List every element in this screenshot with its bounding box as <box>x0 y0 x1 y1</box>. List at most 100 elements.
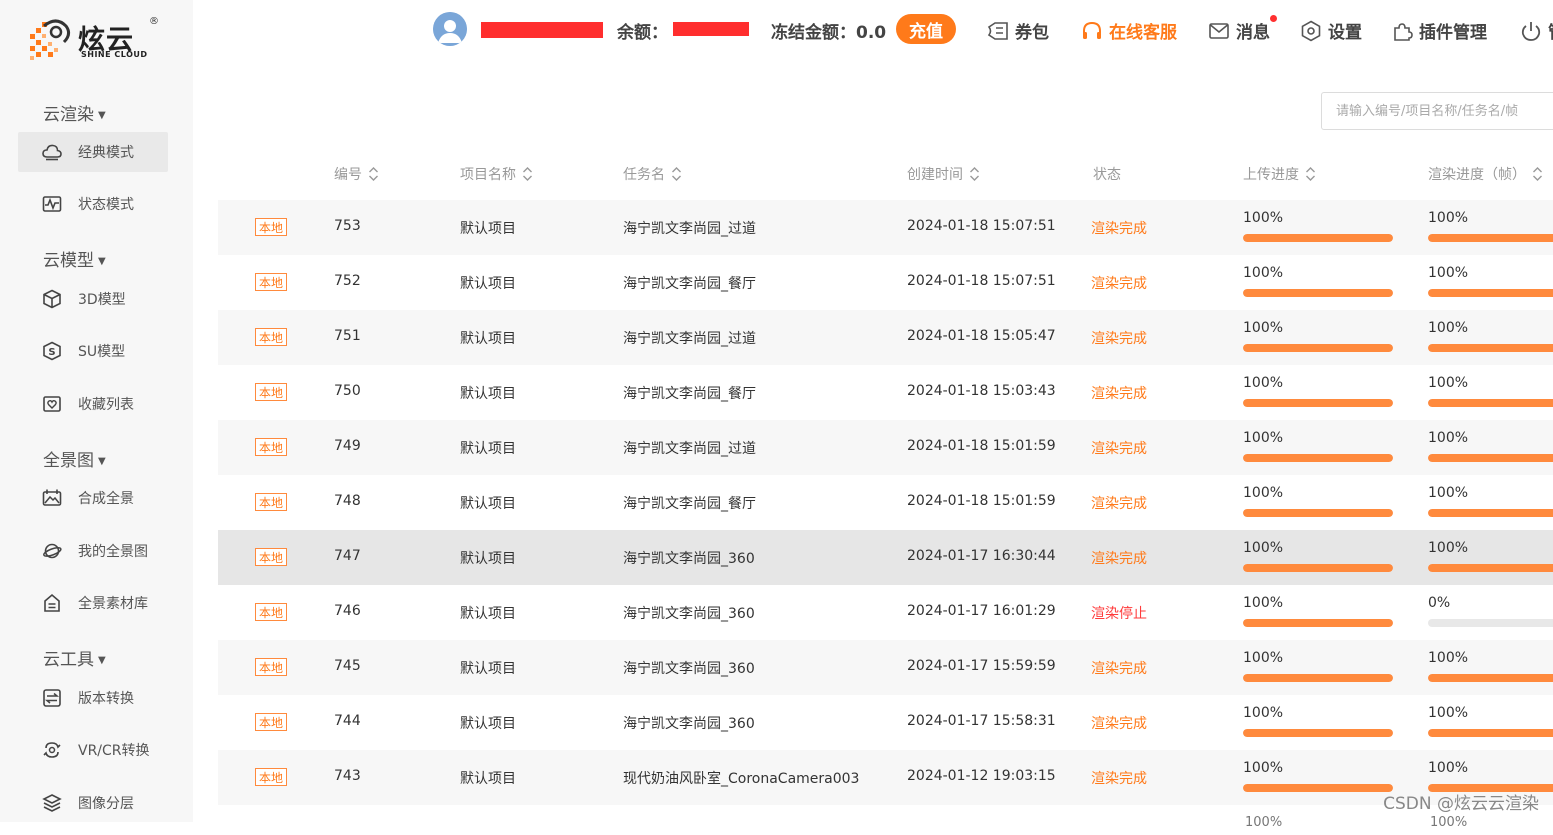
search-input[interactable] <box>1321 92 1553 130</box>
recharge-button[interactable]: 充值 <box>896 14 956 44</box>
nav-group-cloud-model[interactable]: 云模型 ▼ <box>43 246 106 271</box>
column-created-time[interactable]: 创建时间 <box>907 164 980 184</box>
task-name[interactable]: 现代奶油风卧室_CoronaCamera003 <box>623 768 859 788</box>
status-badge: 渲染完成 <box>1091 496 1147 512</box>
plugin-management-link[interactable]: 插件管理 <box>1391 18 1487 43</box>
render-progress-text: 100% <box>1430 815 1468 830</box>
project-name: 默认项目 <box>460 551 516 567</box>
upload-progress-text: 100% <box>1243 265 1284 281</box>
table-row[interactable]: 本地 745 默认项目 海宁凯文李尚园_360 2024-01-17 15:59:59 渲… <box>218 640 1553 695</box>
sort-icon[interactable] <box>1532 166 1543 182</box>
task-name[interactable]: 海宁凯文李尚园_360 <box>623 713 755 733</box>
sidebar-item-3d-model[interactable]: 3D模型 <box>18 279 168 319</box>
upload-progress: 100% <box>1243 265 1393 297</box>
sort-icon[interactable] <box>671 166 682 182</box>
upload-progress-text: 100% <box>1243 650 1284 666</box>
table-body: 本地 753 默认项目 海宁凯文李尚园_过道 2024-01-18 15:07:51 渲染… <box>218 200 1553 805</box>
render-progress-fill <box>1428 234 1553 242</box>
pulse-icon <box>41 193 63 215</box>
column-task-name[interactable]: 任务名 <box>623 164 682 184</box>
logout-label: 管 <box>1548 18 1553 43</box>
caret-down-icon: ▼ <box>98 455 106 467</box>
sidebar-item-status-mode[interactable]: 状态模式 <box>18 184 168 224</box>
column-label: 任务名 <box>623 167 665 183</box>
table-row[interactable]: 本地 748 默认项目 海宁凯文李尚园_餐厅 2024-01-18 15:01:59 渲染… <box>218 475 1553 530</box>
upload-progress-fill <box>1243 454 1393 462</box>
user-avatar[interactable] <box>433 12 467 46</box>
task-name[interactable]: 海宁凯文李尚园_餐厅 <box>623 383 756 403</box>
table-row[interactable]: 本地 750 默认项目 海宁凯文李尚园_餐厅 2024-01-18 15:03:43 渲染… <box>218 365 1553 420</box>
sidebar-item-compose-panorama[interactable]: 合成全景 <box>18 478 168 518</box>
render-progress: 100% <box>1428 430 1553 462</box>
power-icon <box>1521 21 1541 41</box>
task-name[interactable]: 海宁凯文李尚园_过道 <box>623 328 756 348</box>
sort-icon[interactable] <box>1305 166 1316 182</box>
render-progress: 100% <box>1428 760 1553 792</box>
table-row-partial[interactable]: 100% 100% <box>218 805 1553 830</box>
nav-group-cloud-render[interactable]: 云渲染 ▼ <box>43 100 106 125</box>
sort-icon[interactable] <box>368 166 379 182</box>
logout-link[interactable]: 管 <box>1520 18 1553 43</box>
task-name[interactable]: 海宁凯文李尚园_360 <box>623 658 755 678</box>
task-name[interactable]: 海宁凯文李尚园_餐厅 <box>623 273 756 293</box>
sidebar-item-image-layers[interactable]: 图像分层 <box>18 783 168 823</box>
nav-group-panorama[interactable]: 全景图 ▼ <box>43 446 106 471</box>
render-progress-text: 100% <box>1428 650 1469 666</box>
sidebar-item-vr-cr-convert[interactable]: VR/CR转换 <box>18 730 168 770</box>
vr-convert-icon <box>41 739 63 761</box>
settings-link[interactable]: 设置 <box>1300 18 1362 43</box>
sidebar-item-version-convert[interactable]: 版本转换 <box>18 678 168 718</box>
project-name: 默认项目 <box>460 716 516 732</box>
upload-progress-track <box>1243 344 1393 352</box>
cloud-icon <box>41 141 63 163</box>
coupon-link[interactable]: 券包 <box>987 18 1049 43</box>
project-name: 默认项目 <box>460 606 516 622</box>
table-row[interactable]: 本地 743 默认项目 现代奶油风卧室_CoronaCamera003 2024-01-… <box>218 750 1553 805</box>
task-name[interactable]: 海宁凯文李尚园_餐厅 <box>623 493 756 513</box>
column-label: 上传进度 <box>1243 167 1299 183</box>
nav-group-label: 云渲染 <box>43 105 94 125</box>
task-name[interactable]: 海宁凯文李尚园_过道 <box>623 438 756 458</box>
upload-progress-fill <box>1243 289 1393 297</box>
column-id[interactable]: 编号 <box>334 164 379 184</box>
created-time: 2024-01-18 15:07:51 <box>907 218 1056 234</box>
sidebar-item-su-model[interactable]: S SU模型 <box>18 331 168 371</box>
brand-logo[interactable]: 炫云 SHINE CLOUD ® <box>26 14 166 66</box>
globe-icon <box>41 540 63 562</box>
table-row[interactable]: 本地 751 默认项目 海宁凯文李尚园_过道 2024-01-18 15:05:47 渲染… <box>218 310 1553 365</box>
table-row[interactable]: 本地 744 默认项目 海宁凯文李尚园_360 2024-01-17 15:58:31 渲… <box>218 695 1553 750</box>
column-upload-progress[interactable]: 上传进度 <box>1243 164 1316 184</box>
sidebar-item-label: 全景素材库 <box>78 596 148 612</box>
sort-icon[interactable] <box>522 166 533 182</box>
column-render-progress[interactable]: 渲染进度（帧） <box>1428 164 1543 184</box>
online-service-link[interactable]: 在线客服 <box>1081 18 1177 43</box>
sidebar-item-label: 合成全景 <box>78 491 134 507</box>
task-name[interactable]: 海宁凯文李尚园_360 <box>623 603 755 623</box>
messages-link[interactable]: 消息 <box>1208 15 1277 43</box>
sidebar-item-favorites[interactable]: 收藏列表 <box>18 384 168 424</box>
upload-progress-track <box>1243 234 1393 242</box>
sidebar-item-classic-mode[interactable]: 经典模式 <box>18 132 168 172</box>
task-name[interactable]: 海宁凯文李尚园_过道 <box>623 218 756 238</box>
table-row[interactable]: 本地 752 默认项目 海宁凯文李尚园_餐厅 2024-01-18 15:07:51 渲染… <box>218 255 1553 310</box>
upload-progress: 100% <box>1243 540 1393 572</box>
table-row[interactable]: 本地 746 默认项目 海宁凯文李尚园_360 2024-01-17 16:01:29 渲… <box>218 585 1553 640</box>
created-time: 2024-01-12 19:03:15 <box>907 768 1056 784</box>
table-row[interactable]: 本地 753 默认项目 海宁凯文李尚园_过道 2024-01-18 15:07:51 渲染… <box>218 200 1553 255</box>
table-row[interactable]: 本地 749 默认项目 海宁凯文李尚园_过道 2024-01-18 15:01:59 渲染… <box>218 420 1553 475</box>
task-name[interactable]: 海宁凯文李尚园_360 <box>623 548 755 568</box>
column-project-name[interactable]: 项目名称 <box>460 164 533 184</box>
sidebar-item-panorama-library[interactable]: 全景素材库 <box>18 583 168 623</box>
nav-group-cloud-tools[interactable]: 云工具 ▼ <box>43 645 106 670</box>
table-row[interactable]: 本地 747 默认项目 海宁凯文李尚园_360 2024-01-17 16:30:44 渲… <box>218 530 1553 585</box>
sidebar: 炫云 SHINE CLOUD ® 云渲染 ▼ 经典模式 状态模式 云模型 ▼ 3D模… <box>0 0 193 822</box>
watermark: CSDN @炫云云渲染 <box>1383 794 1539 814</box>
upload-progress-fill <box>1243 344 1393 352</box>
user-avatar-icon <box>433 12 467 46</box>
upload-progress-fill <box>1243 509 1393 517</box>
coupon-icon <box>987 21 1008 40</box>
sort-icon[interactable] <box>969 166 980 182</box>
sidebar-item-my-panorama[interactable]: 我的全景图 <box>18 531 168 571</box>
source-badge: 本地 <box>255 328 287 346</box>
library-icon <box>41 592 63 614</box>
